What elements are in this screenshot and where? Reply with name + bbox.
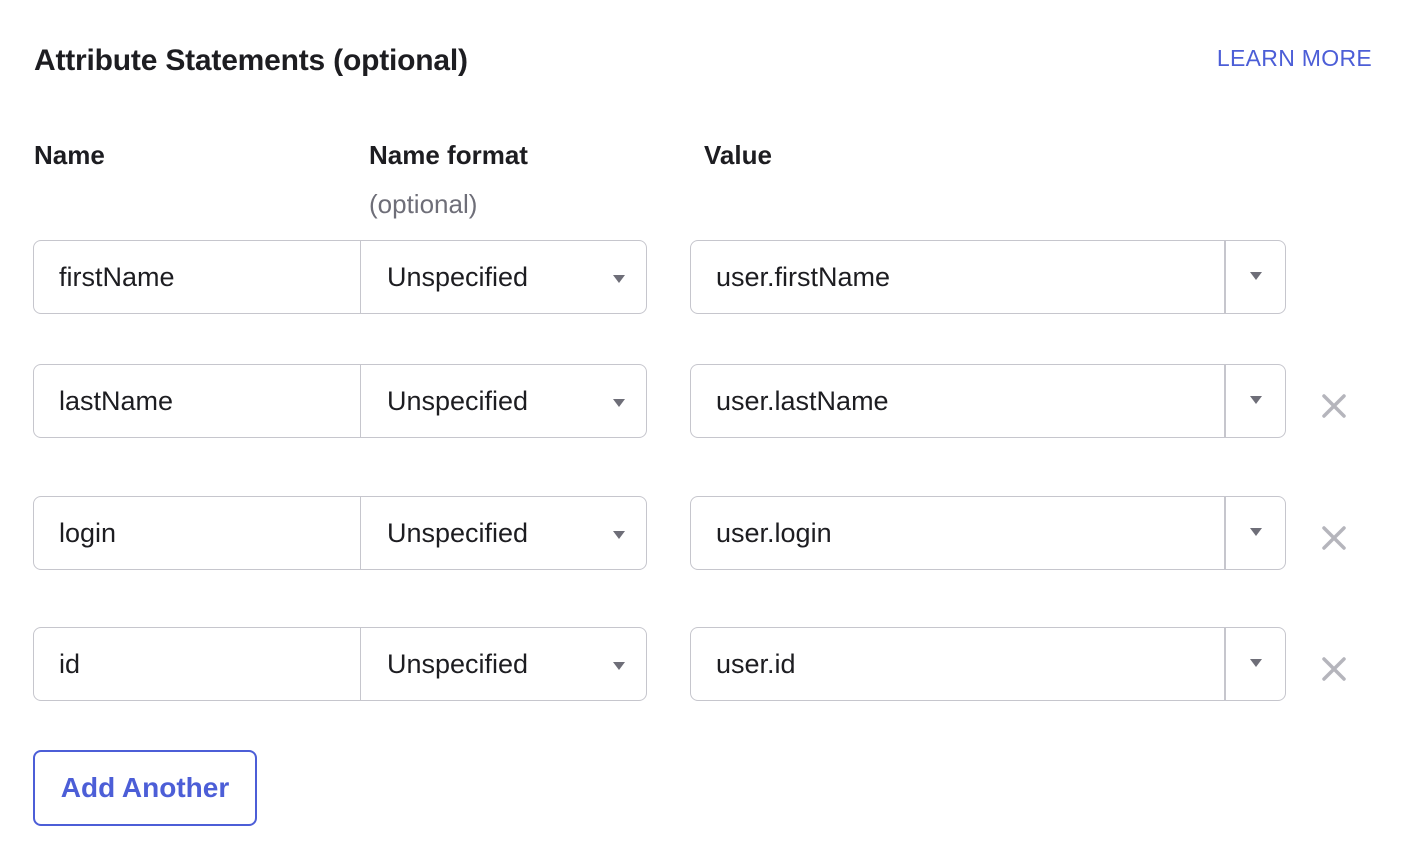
close-icon (1322, 526, 1346, 550)
close-icon (1322, 394, 1346, 418)
name-format-select[interactable]: Unspecified (361, 241, 646, 313)
name-format-value: Unspecified (387, 385, 529, 416)
section-title: Attribute Statements (optional) (34, 44, 468, 77)
close-icon (1322, 657, 1346, 681)
chevron-down-icon (613, 399, 625, 407)
value-dropdown-toggle[interactable] (1226, 497, 1285, 569)
attribute-row: Unspecified (0, 364, 1408, 440)
column-header-name-format-optional: (optional) (369, 189, 478, 219)
chevron-down-icon (613, 531, 625, 539)
attribute-row: Unspecified (0, 496, 1408, 572)
value-group (690, 627, 1286, 701)
name-format-value: Unspecified (387, 517, 529, 548)
chevron-down-icon (1249, 528, 1262, 536)
attribute-value-input[interactable] (691, 497, 1226, 569)
remove-row-button[interactable] (1319, 523, 1349, 553)
attribute-value-input[interactable] (691, 628, 1226, 700)
value-group (690, 496, 1286, 570)
name-format-select[interactable]: Unspecified (361, 628, 646, 700)
attribute-row: Unspecified (0, 240, 1408, 316)
name-format-select[interactable]: Unspecified (361, 497, 646, 569)
add-another-button[interactable]: Add Another (33, 750, 257, 826)
name-format-value: Unspecified (387, 648, 529, 679)
column-header-name: Name (34, 140, 105, 170)
attribute-name-input[interactable] (34, 365, 361, 437)
attribute-name-input[interactable] (34, 241, 361, 313)
chevron-down-icon (1249, 396, 1262, 404)
name-format-group: Unspecified (33, 496, 647, 570)
column-header-value: Value (704, 140, 772, 170)
value-dropdown-toggle[interactable] (1226, 241, 1285, 313)
learn-more-link[interactable]: LEARN MORE (1217, 45, 1372, 72)
column-header-name-format: Name format (369, 140, 528, 170)
value-dropdown-toggle[interactable] (1226, 628, 1285, 700)
chevron-down-icon (613, 275, 625, 283)
attribute-row: Unspecified (0, 627, 1408, 703)
remove-row-button[interactable] (1319, 391, 1349, 421)
remove-row-button[interactable] (1319, 654, 1349, 684)
value-group (690, 240, 1286, 314)
chevron-down-icon (613, 662, 625, 670)
attribute-value-input[interactable] (691, 365, 1226, 437)
name-format-value: Unspecified (387, 261, 529, 292)
attribute-value-input[interactable] (691, 241, 1226, 313)
chevron-down-icon (1249, 272, 1262, 280)
attribute-name-input[interactable] (34, 497, 361, 569)
attribute-statements-section: Attribute Statements (optional) LEARN MO… (0, 0, 1408, 856)
name-format-group: Unspecified (33, 364, 647, 438)
name-format-group: Unspecified (33, 627, 647, 701)
name-format-select[interactable]: Unspecified (361, 365, 646, 437)
name-format-group: Unspecified (33, 240, 647, 314)
value-dropdown-toggle[interactable] (1226, 365, 1285, 437)
chevron-down-icon (1249, 659, 1262, 667)
value-group (690, 364, 1286, 438)
attribute-name-input[interactable] (34, 628, 361, 700)
